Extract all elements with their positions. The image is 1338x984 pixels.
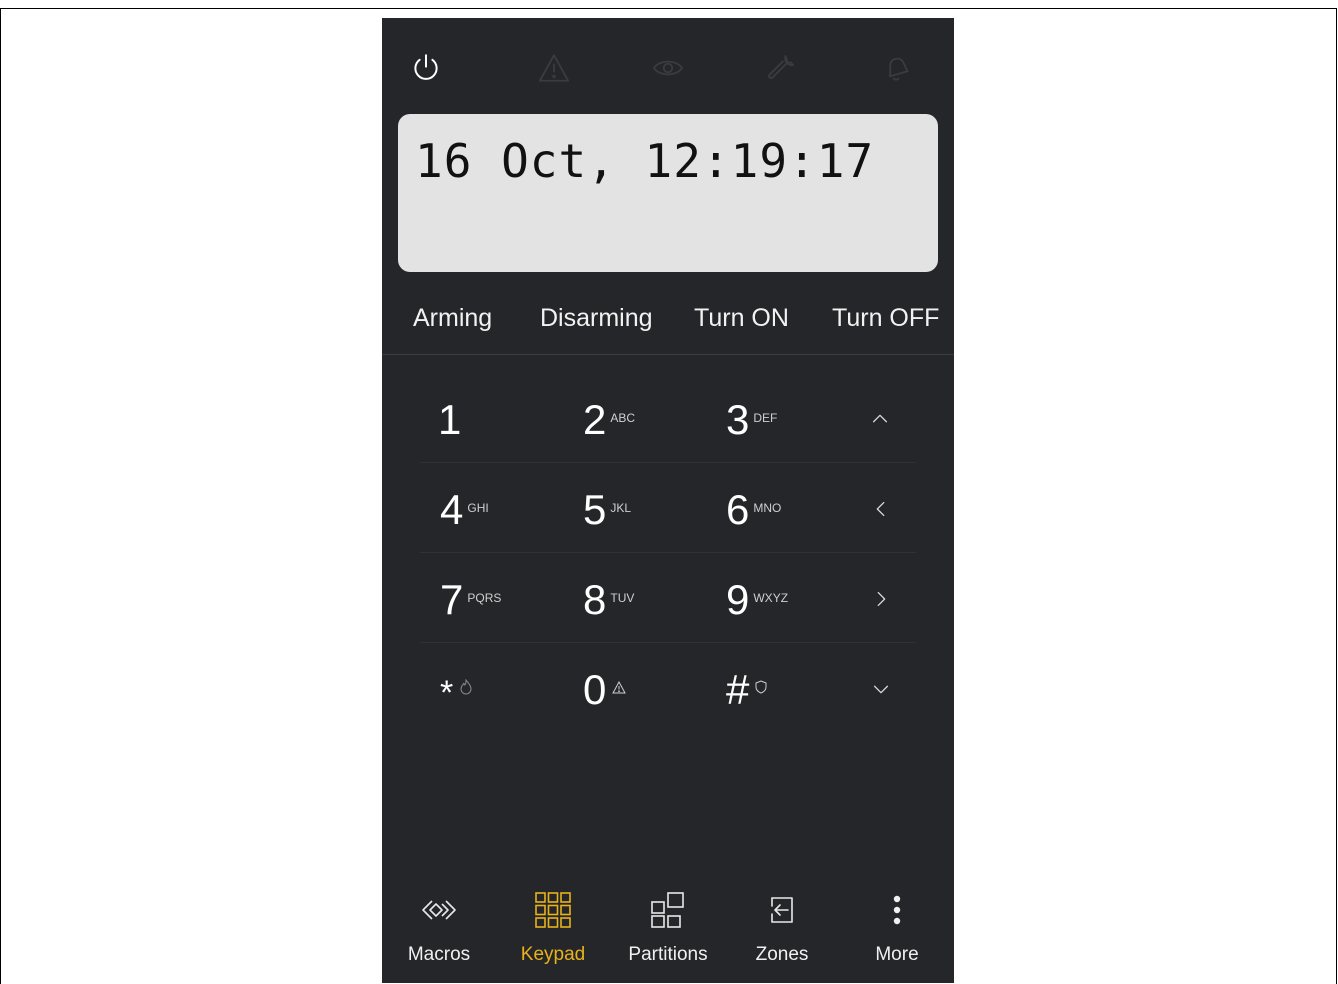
bottom-navigation: Macros Keypad Partitions Zones More (382, 880, 954, 983)
key-letters: JKL (610, 501, 632, 515)
nav-partitions[interactable]: Partitions (611, 890, 725, 983)
key-5[interactable]: 5 JKL (583, 485, 631, 535)
key-digit: # (726, 666, 750, 713)
key-digit: 7 (440, 576, 464, 623)
key-1[interactable]: 1 (438, 395, 461, 445)
turn-on-button[interactable]: Turn ON (694, 304, 789, 344)
nav-label: More (875, 944, 919, 965)
key-digit: 0 (583, 666, 607, 713)
key-8[interactable]: 8 TUV (583, 575, 634, 625)
keypad-row: 1 2 ABC 3 DEF (382, 373, 954, 463)
key-letters: TUV (610, 591, 635, 605)
app-screen: 16 Oct, 12:19:17 Arming Disarming Turn O… (382, 18, 954, 983)
key-7[interactable]: 7 PQRS (440, 575, 501, 625)
key-digit: 4 (440, 486, 464, 533)
key-letters: ABC (610, 411, 636, 425)
key-letters: WXYZ (753, 591, 789, 605)
warning-icon (534, 48, 574, 88)
keypad-row: 7 PQRS 8 TUV 9 WXYZ (382, 553, 954, 643)
nav-macros[interactable]: Macros (382, 890, 496, 983)
key-digit: 8 (583, 576, 607, 623)
nav-label: Zones (755, 944, 809, 965)
disarming-button[interactable]: Disarming (540, 304, 653, 344)
display-text: 16 Oct, 12:19:17 (415, 134, 875, 188)
chevron-right-icon[interactable] (863, 581, 899, 617)
nav-zones[interactable]: Zones (725, 890, 839, 983)
macros-icon (382, 890, 496, 930)
key-letters: DEF (753, 411, 778, 425)
nav-label: Macros (407, 944, 471, 965)
partitions-icon (611, 890, 725, 930)
nav-keypad[interactable]: Keypad (496, 890, 610, 983)
key-hash[interactable]: # (726, 665, 767, 715)
status-icons-bar (382, 18, 954, 98)
action-bar: Arming Disarming Turn ON Turn OFF (382, 304, 954, 354)
key-digit: 6 (726, 486, 750, 533)
eye-icon (648, 48, 688, 88)
key-letters: MNO (753, 501, 782, 515)
key-3[interactable]: 3 DEF (726, 395, 777, 445)
arming-button[interactable]: Arming (413, 304, 492, 344)
keypad-grid-icon (496, 890, 610, 930)
key-digit: 2 (583, 396, 607, 443)
key-digit: 5 (583, 486, 607, 533)
warning-icon (612, 680, 627, 694)
key-letters: GHI (467, 501, 489, 515)
key-digit: 9 (726, 576, 750, 623)
key-9[interactable]: 9 WXYZ (726, 575, 788, 625)
nav-more[interactable]: More (840, 890, 954, 983)
shield-icon (755, 680, 767, 694)
zones-icon (725, 890, 839, 930)
power-icon[interactable] (406, 48, 446, 88)
turn-off-button[interactable]: Turn OFF (832, 304, 939, 344)
more-vertical-icon (840, 890, 954, 930)
key-letters: PQRS (467, 591, 502, 605)
chevron-down-icon[interactable] (863, 671, 899, 707)
chevron-left-icon[interactable] (863, 491, 899, 527)
key-2[interactable]: 2 ABC (583, 395, 635, 445)
chevron-up-icon[interactable] (862, 401, 898, 437)
keypad-row: * 0 # (382, 643, 954, 733)
key-digit: 3 (726, 396, 750, 443)
keypad-display: 16 Oct, 12:19:17 (398, 114, 938, 272)
key-4[interactable]: 4 GHI (440, 485, 489, 535)
key-digit: * (440, 674, 454, 712)
divider (382, 354, 954, 355)
key-6[interactable]: 6 MNO (726, 485, 781, 535)
wrench-icon (762, 48, 802, 88)
nav-label: Partitions (628, 944, 708, 965)
nav-label: Keypad (520, 944, 586, 965)
bell-icon (876, 48, 916, 88)
fire-icon (459, 679, 473, 695)
keypad-row: 4 GHI 5 JKL 6 MNO (382, 463, 954, 553)
key-0[interactable]: 0 (583, 665, 627, 715)
key-digit: 1 (438, 396, 462, 443)
key-star[interactable]: * (440, 665, 473, 715)
